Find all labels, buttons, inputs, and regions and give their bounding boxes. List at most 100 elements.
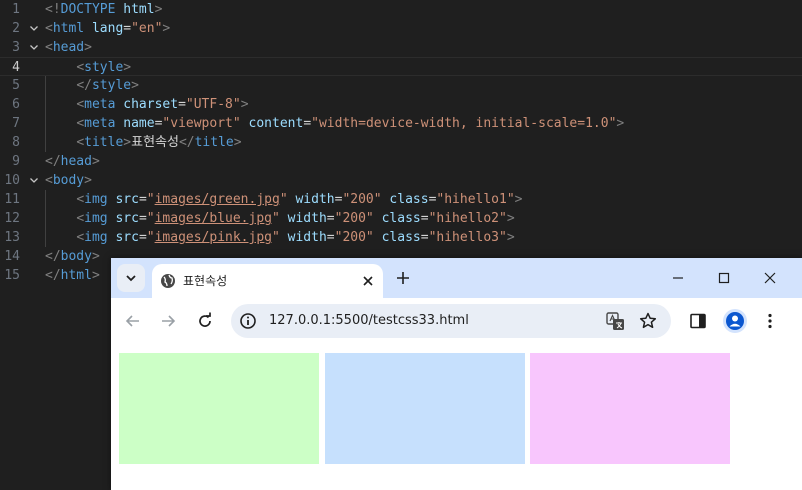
code-token: title [194, 135, 234, 150]
tab-search-button[interactable] [117, 264, 145, 292]
code-token[interactable]: images/blue.jpg [155, 211, 272, 226]
code-token: style [84, 60, 124, 75]
code-text: <img src="images/green.jpg" width="200" … [45, 190, 522, 209]
translate-icon[interactable] [606, 312, 625, 331]
code-token: "200" [334, 211, 374, 226]
code-token: " [272, 230, 280, 245]
code-token: charset [123, 97, 179, 112]
back-arrow-icon[interactable] [123, 311, 143, 331]
code-token: "hihello3" [428, 230, 507, 245]
address-bar[interactable]: 127.0.0.1:5500/testcss33.html [231, 304, 671, 338]
line-number: 9 [12, 154, 20, 169]
code-token: < [45, 21, 53, 36]
code-text: <meta charset="UTF-8"> [45, 95, 248, 114]
profile-avatar[interactable] [723, 309, 747, 333]
code-token: < [76, 211, 85, 226]
fold-chevron-icon[interactable] [28, 19, 40, 38]
line-number: 15 [4, 268, 20, 283]
code-token: style [91, 78, 132, 93]
new-tab-plus-icon[interactable] [394, 269, 412, 287]
code-text: </body> [45, 247, 100, 266]
code-line[interactable]: 13 <img src="images/pink.jpg" width="200… [0, 228, 802, 247]
window-close-icon[interactable] [760, 268, 780, 288]
code-line[interactable]: 11 <img src="images/green.jpg" width="20… [0, 190, 802, 209]
code-token: class [381, 211, 421, 226]
code-text: <style> [45, 58, 131, 77]
code-token: > [84, 173, 92, 188]
browser-tab[interactable]: 표현속성 [152, 264, 383, 298]
code-line[interactable]: 10 <body> [0, 171, 802, 190]
code-token: "200" [334, 230, 374, 245]
code-token[interactable]: images/pink.jpg [155, 230, 272, 245]
fold-chevron-icon[interactable] [28, 171, 40, 190]
line-number: 4 [12, 60, 20, 75]
code-token: </ [45, 154, 61, 169]
code-line[interactable]: 1 <!DOCTYPE html> [0, 0, 802, 19]
code-token: " [146, 230, 155, 245]
line-number: 6 [12, 97, 20, 112]
code-token: src [115, 211, 139, 226]
code-line[interactable]: 4 <style> [0, 57, 802, 76]
close-icon[interactable] [360, 273, 376, 289]
code-token: < [76, 192, 85, 207]
blue-image [325, 353, 525, 464]
code-token: < [76, 60, 85, 75]
code-token: > [616, 116, 625, 131]
code-token: > [91, 268, 100, 283]
code-token: "UTF-8" [185, 97, 241, 112]
code-token: class [381, 230, 421, 245]
code-text: <img src="images/pink.jpg" width="200" c… [45, 228, 514, 247]
code-token: width [287, 230, 327, 245]
code-token: class [389, 192, 429, 207]
line-number: 7 [12, 116, 20, 131]
page-viewport [111, 345, 802, 490]
info-icon[interactable] [238, 311, 258, 331]
code-token[interactable]: images/green.jpg [155, 192, 280, 207]
person-icon [726, 312, 744, 330]
code-token: " [279, 192, 288, 207]
star-icon[interactable] [638, 311, 658, 331]
globe-icon [161, 274, 175, 288]
code-token: > [91, 249, 100, 264]
code-token: "viewport" [162, 116, 241, 131]
code-line[interactable]: 3 <head> [0, 38, 802, 57]
code-token: width [295, 192, 335, 207]
code-text: </head> [45, 152, 100, 171]
code-text: <title>표현속성</title> [45, 133, 241, 152]
fold-chevron-icon[interactable] [28, 38, 40, 57]
code-line[interactable]: 8 <title>표현속성</title> [0, 133, 802, 152]
code-line[interactable]: 7 <meta name="viewport" content="width=d… [0, 114, 802, 133]
code-token: meta [84, 97, 116, 112]
url-text[interactable]: 127.0.0.1:5500/testcss33.html [269, 304, 469, 338]
code-token: > [84, 40, 92, 55]
code-line[interactable]: 6 <meta charset="UTF-8"> [0, 95, 802, 114]
green-image [119, 353, 319, 464]
code-token: name [123, 116, 155, 131]
forward-arrow-icon[interactable] [158, 311, 178, 331]
more-menu-icon[interactable] [760, 311, 780, 331]
code-token: img [84, 192, 108, 207]
code-token: src [115, 192, 139, 207]
maximize-icon[interactable] [714, 268, 734, 288]
code-line[interactable]: 12 <img src="images/blue.jpg" width="200… [0, 209, 802, 228]
code-token: > [154, 2, 163, 17]
code-token: DOCTYPE [60, 2, 116, 17]
code-line[interactable]: 2 <html lang="en"> [0, 19, 802, 38]
reload-icon[interactable] [195, 311, 215, 331]
code-text: </html> [45, 266, 100, 285]
code-token: "en" [131, 21, 163, 36]
code-line[interactable]: 5 </style> [0, 76, 802, 95]
code-token: < [45, 173, 53, 188]
side-panel-icon[interactable] [688, 311, 708, 331]
minimize-icon[interactable] [668, 268, 688, 288]
code-line[interactable]: 9 </head> [0, 152, 802, 171]
code-token: > [91, 154, 100, 169]
